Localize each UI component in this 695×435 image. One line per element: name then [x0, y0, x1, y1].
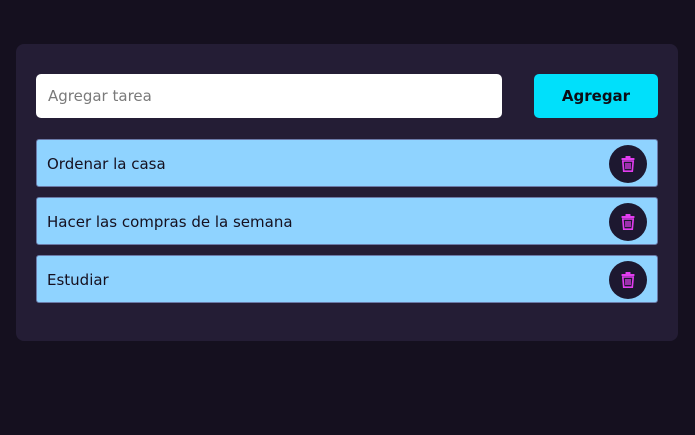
trash-icon [621, 214, 635, 230]
task-item: Hacer las compras de la semana [36, 197, 658, 245]
trash-icon [621, 156, 635, 172]
task-label: Ordenar la casa [47, 155, 166, 173]
add-task-button[interactable]: Agregar [534, 74, 658, 118]
todo-panel: Agregar Ordenar la casa Hacer las compra… [16, 44, 678, 341]
delete-task-button[interactable] [609, 203, 647, 241]
delete-task-button[interactable] [609, 145, 647, 183]
task-item: Ordenar la casa [36, 139, 658, 187]
trash-icon [621, 272, 635, 288]
task-list: Ordenar la casa Hacer las compras de la … [36, 139, 658, 313]
task-label: Estudiar [47, 271, 109, 289]
task-input[interactable] [36, 74, 502, 118]
task-item: Estudiar [36, 255, 658, 303]
task-label: Hacer las compras de la semana [47, 213, 293, 231]
delete-task-button[interactable] [609, 261, 647, 299]
